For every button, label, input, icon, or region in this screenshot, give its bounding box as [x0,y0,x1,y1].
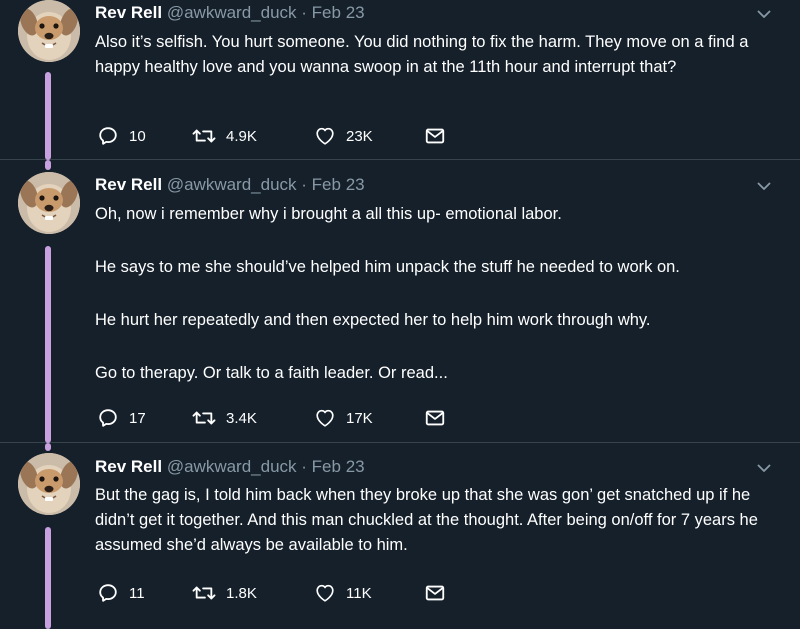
tweet-text: But the gag is, I told him back when the… [95,483,770,558]
tweet-paragraph: He says to me she should’ve helped him u… [95,258,680,276]
tweet-actions: 17 3.4K 17K [97,406,446,430]
display-name[interactable]: Rev Rell [95,3,162,22]
like-count: 11K [346,584,372,602]
reply-icon [97,582,119,604]
tweet-paragraph: Also it’s selfish. You hurt someone. You… [95,33,749,76]
avatar[interactable] [18,172,80,234]
tweet-text: Oh, now i remember why i brought a all t… [95,202,770,386]
thread-line [45,246,51,443]
retweet-button[interactable]: 4.9K [192,125,314,147]
direct-message-button[interactable] [424,125,446,147]
avatar-image [18,453,80,515]
reply-count: 17 [129,409,146,427]
tweet-actions: 11 1.8K 11K [97,581,446,605]
tweet-date[interactable]: Feb 23 [312,175,365,194]
tweet-header: Rev Rell @awkward_duck · Feb 23 [95,174,365,196]
reply-button[interactable]: 10 [97,125,192,147]
like-icon [314,125,336,147]
reply-button[interactable]: 17 [97,407,192,429]
tweet-date[interactable]: Feb 23 [312,457,365,476]
message-icon [424,125,446,147]
tweet-3[interactable]: Rev Rell @awkward_duck · Feb 23 But the … [0,443,800,629]
tweet-actions: 10 4.9K 23K [97,124,446,148]
message-icon [424,582,446,604]
reply-icon [97,125,119,147]
like-button[interactable]: 23K [314,125,424,147]
tweet-paragraph: He hurt her repeatedly and then expected… [95,311,651,329]
message-icon [424,407,446,429]
tweet-2[interactable]: Rev Rell @awkward_duck · Feb 23 Oh, now … [0,160,800,443]
user-handle[interactable]: @awkward_duck [167,457,297,476]
user-handle[interactable]: @awkward_duck [167,3,297,22]
header-separator: · [301,457,307,476]
reply-count: 10 [129,127,146,145]
thread-line [45,527,51,629]
header-separator: · [301,3,307,22]
retweet-icon [192,125,216,147]
avatar[interactable] [18,453,80,515]
chevron-down-icon[interactable] [756,6,772,22]
tweet-paragraph: Oh, now i remember why i brought a all t… [95,205,562,223]
thread-line [45,443,51,451]
tweet-date[interactable]: Feb 23 [312,3,365,22]
avatar[interactable] [18,0,80,62]
retweet-count: 3.4K [226,409,257,427]
like-count: 17K [346,409,373,427]
tweet-paragraph: But the gag is, I told him back when the… [95,486,758,554]
retweet-count: 4.9K [226,127,257,145]
thread-line [45,72,51,160]
retweet-button[interactable]: 1.8K [192,582,314,604]
header-separator: · [301,175,307,194]
like-count: 23K [346,127,373,145]
like-button[interactable]: 11K [314,582,424,604]
tweet-1[interactable]: Rev Rell @awkward_duck · Feb 23 Also it’… [0,0,800,160]
direct-message-button[interactable] [424,407,446,429]
display-name[interactable]: Rev Rell [95,175,162,194]
chevron-down-icon[interactable] [756,460,772,476]
reply-button[interactable]: 11 [97,582,192,604]
direct-message-button[interactable] [424,582,446,604]
tweet-text: Also it’s selfish. You hurt someone. You… [95,30,770,80]
reply-count: 11 [129,584,145,602]
display-name[interactable]: Rev Rell [95,457,162,476]
avatar-image [18,0,80,62]
retweet-icon [192,582,216,604]
retweet-button[interactable]: 3.4K [192,407,314,429]
user-handle[interactable]: @awkward_duck [167,175,297,194]
like-button[interactable]: 17K [314,407,424,429]
tweet-header: Rev Rell @awkward_duck · Feb 23 [95,2,365,24]
reply-icon [97,407,119,429]
thread-line [45,160,51,170]
tweet-paragraph: Go to therapy. Or talk to a faith leader… [95,364,448,382]
like-icon [314,582,336,604]
retweet-icon [192,407,216,429]
avatar-image [18,172,80,234]
like-icon [314,407,336,429]
retweet-count: 1.8K [226,584,257,602]
chevron-down-icon[interactable] [756,178,772,194]
tweet-header: Rev Rell @awkward_duck · Feb 23 [95,456,365,478]
